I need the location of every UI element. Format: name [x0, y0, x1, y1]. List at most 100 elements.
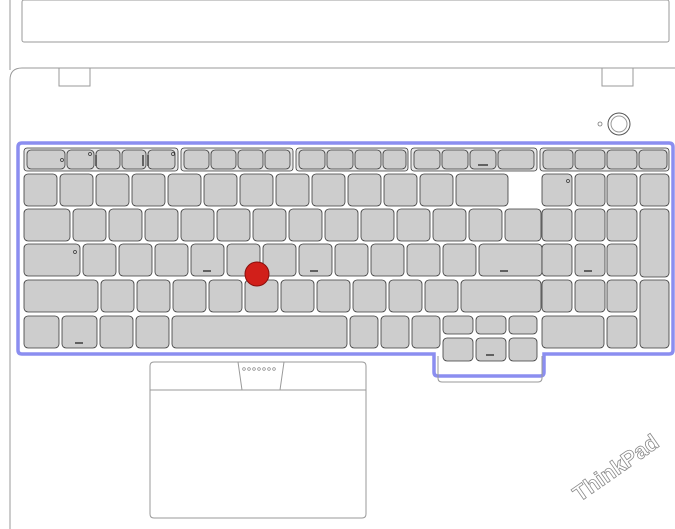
letter-key[interactable] [424, 279, 459, 313]
left-shift-key[interactable] [23, 279, 99, 313]
number-row-key[interactable] [419, 173, 454, 207]
right-ctrl-key[interactable] [411, 315, 441, 349]
caps-lock-key[interactable] [23, 243, 81, 277]
down-arrow-key[interactable] [475, 337, 507, 362]
f4-key[interactable] [147, 149, 176, 170]
letter-key[interactable] [154, 243, 189, 277]
letter-key[interactable] [144, 208, 179, 242]
letter-key[interactable] [72, 208, 107, 242]
numpad-key[interactable] [541, 173, 573, 207]
right-alt-key[interactable] [349, 315, 379, 349]
touchpad[interactable] [149, 361, 367, 519]
backspace-key[interactable] [455, 173, 509, 207]
number-row-key[interactable] [203, 173, 238, 207]
f11-key[interactable] [354, 149, 382, 170]
letter-key[interactable] [388, 279, 423, 313]
left-arrow-key[interactable] [442, 337, 474, 362]
right-arrow-key[interactable] [508, 337, 538, 362]
numpad-key[interactable] [606, 279, 638, 313]
number-row-key[interactable] [23, 173, 58, 207]
letter-key[interactable] [100, 279, 135, 313]
right-page-key[interactable] [508, 315, 538, 335]
end-key[interactable] [441, 149, 469, 170]
numpad-0-key[interactable] [541, 315, 605, 349]
numpad-key[interactable] [639, 173, 670, 207]
letter-key[interactable] [288, 208, 323, 242]
number-row-key[interactable] [383, 173, 418, 207]
power-button[interactable] [597, 112, 631, 136]
f12-key[interactable] [382, 149, 407, 170]
letter-key[interactable] [406, 243, 441, 277]
f7-key[interactable] [237, 149, 264, 170]
app-key[interactable] [606, 149, 638, 170]
windows-key[interactable] [99, 315, 134, 349]
calculator-key[interactable] [542, 149, 574, 170]
letter-key[interactable] [108, 208, 143, 242]
numpad-key[interactable] [606, 208, 638, 242]
insert-key[interactable] [469, 149, 497, 170]
backslash-key[interactable] [504, 208, 542, 242]
letter-key[interactable] [280, 279, 315, 313]
number-row-key[interactable] [95, 173, 130, 207]
number-row-key[interactable] [131, 173, 166, 207]
delete-key[interactable] [497, 149, 535, 170]
number-row-key[interactable] [239, 173, 274, 207]
numpad-plus-key[interactable] [639, 208, 670, 278]
up-arrow-key[interactable] [475, 315, 507, 335]
number-row-key[interactable] [311, 173, 346, 207]
numpad-key[interactable] [541, 279, 573, 313]
left-page-key[interactable] [442, 315, 474, 335]
lock-key[interactable] [574, 149, 606, 170]
letter-key[interactable] [180, 208, 215, 242]
numpad-key[interactable] [574, 279, 606, 313]
letter-key[interactable] [316, 279, 351, 313]
f10-key[interactable] [326, 149, 354, 170]
prtsc-key[interactable] [380, 315, 410, 349]
numpad-key[interactable] [541, 208, 573, 242]
number-row-key[interactable] [59, 173, 94, 207]
letter-key[interactable] [208, 279, 243, 313]
letter-key[interactable] [352, 279, 387, 313]
home-key[interactable] [413, 149, 441, 170]
letter-key[interactable] [432, 208, 467, 242]
numpad-key[interactable] [574, 208, 606, 242]
right-shift-key[interactable] [460, 279, 542, 313]
letter-key[interactable] [216, 208, 251, 242]
trackpoint-icon[interactable] [244, 261, 270, 287]
search-key[interactable] [638, 149, 668, 170]
letter-key[interactable] [252, 208, 287, 242]
numpad-decimal-key[interactable] [606, 315, 638, 349]
tab-key[interactable] [23, 208, 71, 242]
letter-key[interactable] [442, 243, 477, 277]
numpad-key[interactable] [574, 173, 606, 207]
fn-key[interactable] [23, 315, 60, 349]
number-row-key[interactable] [167, 173, 202, 207]
letter-key[interactable] [82, 243, 117, 277]
letter-key[interactable] [136, 279, 171, 313]
letter-key[interactable] [468, 208, 503, 242]
f6-key[interactable] [210, 149, 237, 170]
trackpoint-middle-button[interactable] [237, 361, 285, 391]
f2-key[interactable] [95, 149, 121, 170]
numpad-key[interactable] [541, 243, 573, 277]
numpad-key[interactable] [606, 173, 638, 207]
alt-key[interactable] [135, 315, 170, 349]
keyboard-keys [23, 147, 670, 362]
letter-key[interactable] [396, 208, 431, 242]
esc-key[interactable] [26, 149, 66, 170]
letter-key[interactable] [370, 243, 405, 277]
number-row-key[interactable] [347, 173, 382, 207]
enter-key[interactable] [478, 243, 543, 277]
space-bar[interactable] [171, 315, 348, 349]
numpad-enter-key[interactable] [639, 279, 670, 349]
letter-key[interactable] [172, 279, 207, 313]
f5-key[interactable] [183, 149, 210, 170]
letter-key[interactable] [334, 243, 369, 277]
letter-key[interactable] [324, 208, 359, 242]
f9-key[interactable] [298, 149, 326, 170]
number-row-key[interactable] [275, 173, 310, 207]
f8-key[interactable] [264, 149, 291, 170]
numpad-key[interactable] [606, 243, 638, 277]
letter-key[interactable] [360, 208, 395, 242]
letter-key[interactable] [118, 243, 153, 277]
